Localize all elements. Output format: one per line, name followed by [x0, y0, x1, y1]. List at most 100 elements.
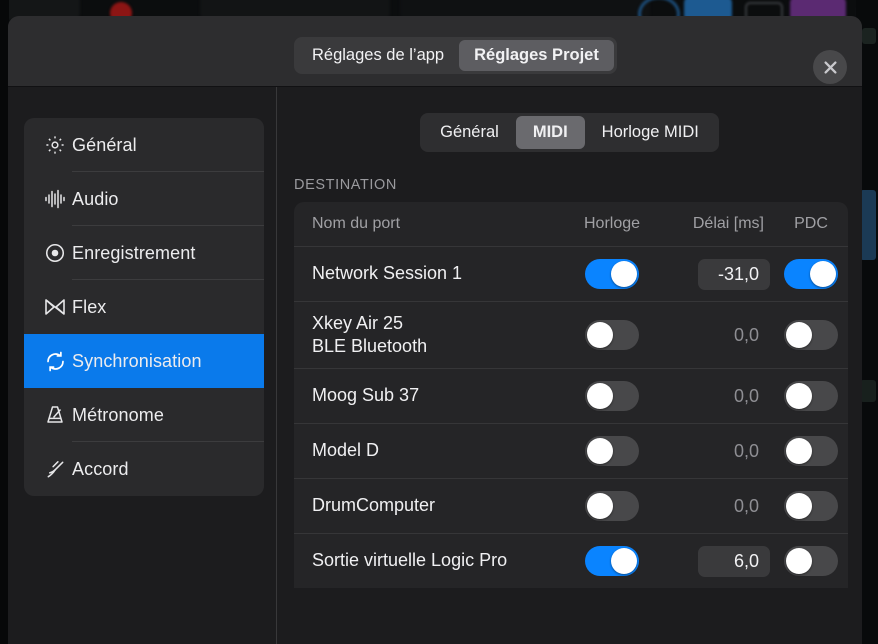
delay-cell: 6,0	[666, 546, 774, 577]
table-row: Xkey Air 25 BLE Bluetooth 0,0	[294, 301, 848, 368]
toggle-knob	[786, 493, 812, 519]
delay-input[interactable]: 0,0	[698, 491, 770, 522]
sidebar-item-tuning[interactable]: Accord	[24, 442, 264, 496]
delay-input[interactable]: 0,0	[698, 436, 770, 467]
tab-midi-clock[interactable]: Horloge MIDI	[585, 116, 716, 149]
sidebar-item-general[interactable]: Général	[24, 118, 264, 172]
gear-icon	[38, 134, 72, 156]
clock-cell	[558, 381, 666, 411]
sidebar-item-synchronisation[interactable]: Synchronisation	[24, 334, 264, 388]
toggle-knob	[611, 261, 637, 287]
sidebar-item-label: Général	[72, 135, 137, 156]
delay-cell: 0,0	[666, 436, 774, 467]
waveform-icon	[38, 188, 72, 210]
delay-input[interactable]: -31,0	[698, 259, 770, 290]
clock-toggle[interactable]	[585, 259, 639, 289]
tab-midi[interactable]: MIDI	[516, 116, 585, 149]
sync-segmented-control[interactable]: Général MIDI Horloge MIDI	[420, 113, 719, 152]
dialog-header: Réglages de l’app Réglages Projet	[8, 16, 862, 87]
sidebar-list: Général Audio	[24, 118, 264, 496]
toggle-knob	[786, 322, 812, 348]
column-header-pdc: PDC	[774, 215, 848, 233]
pdc-toggle[interactable]	[784, 320, 838, 350]
port-name: Model D	[312, 433, 558, 468]
bg-right-shape-1	[862, 28, 876, 44]
delay-input[interactable]: 0,0	[698, 320, 770, 351]
sidebar-item-recording[interactable]: Enregistrement	[24, 226, 264, 280]
main-panel: Général MIDI Horloge MIDI DESTINATION No…	[277, 87, 862, 644]
table-row: DrumComputer 0,0	[294, 478, 848, 533]
bg-right-shape-2	[860, 190, 876, 260]
screen: Réglages de l’app Réglages Projet	[0, 0, 878, 644]
sidebar-item-label: Enregistrement	[72, 243, 195, 264]
clock-cell	[558, 546, 666, 576]
pdc-cell	[774, 491, 848, 521]
clock-toggle[interactable]	[585, 491, 639, 521]
port-name: Network Session 1	[312, 256, 558, 291]
port-name: Xkey Air 25 BLE Bluetooth	[312, 306, 558, 364]
pdc-cell	[774, 259, 848, 289]
sidebar-divider	[72, 495, 264, 496]
toggle-knob	[810, 261, 836, 287]
toggle-knob	[587, 322, 613, 348]
bg-right-shape-3	[860, 380, 876, 402]
port-name-line1: Xkey Air 25	[312, 312, 552, 335]
port-name: Moog Sub 37	[312, 378, 558, 413]
tab-app-settings[interactable]: Réglages de l’app	[297, 40, 459, 71]
sidebar-item-flex[interactable]: Flex	[24, 280, 264, 334]
toggle-knob	[587, 383, 613, 409]
port-name: DrumComputer	[312, 488, 558, 523]
pdc-cell	[774, 381, 848, 411]
clock-toggle[interactable]	[585, 546, 639, 576]
sidebar-item-audio[interactable]: Audio	[24, 172, 264, 226]
sidebar-item-metronome[interactable]: Métronome	[24, 388, 264, 442]
delay-input[interactable]: 6,0	[698, 546, 770, 577]
delay-cell: 0,0	[666, 491, 774, 522]
clock-cell	[558, 436, 666, 466]
toggle-knob	[587, 493, 613, 519]
destination-table: Nom du port Horloge Délai [ms] PDC Netwo…	[294, 202, 848, 588]
pdc-toggle[interactable]	[784, 259, 838, 289]
record-icon	[38, 242, 72, 264]
clock-cell	[558, 320, 666, 350]
pdc-toggle[interactable]	[784, 436, 838, 466]
table-row: Moog Sub 37 0,0	[294, 368, 848, 423]
settings-dialog: Réglages de l’app Réglages Projet	[8, 16, 862, 644]
clock-cell	[558, 491, 666, 521]
pdc-toggle[interactable]	[784, 546, 838, 576]
close-icon	[823, 60, 838, 75]
delay-cell: 0,0	[666, 381, 774, 412]
pdc-cell	[774, 436, 848, 466]
tab-general[interactable]: Général	[423, 116, 516, 149]
dialog-body: Général Audio	[8, 87, 862, 644]
port-name-line2: BLE Bluetooth	[312, 335, 552, 358]
sidebar-item-label: Métronome	[72, 405, 164, 426]
settings-scope-segmented-control[interactable]: Réglages de l’app Réglages Projet	[294, 37, 617, 74]
flex-icon	[38, 297, 72, 317]
clock-toggle[interactable]	[585, 381, 639, 411]
delay-input[interactable]: 0,0	[698, 381, 770, 412]
metronome-icon	[38, 404, 72, 426]
sync-arrows-icon	[38, 350, 72, 373]
pdc-cell	[774, 320, 848, 350]
toggle-knob	[786, 438, 812, 464]
table-header-row: Nom du port Horloge Délai [ms] PDC	[294, 202, 848, 246]
close-button[interactable]	[813, 50, 847, 84]
pdc-toggle[interactable]	[784, 381, 838, 411]
toggle-knob	[786, 383, 812, 409]
clock-toggle[interactable]	[585, 320, 639, 350]
toggle-knob	[786, 548, 812, 574]
table-row: Sortie virtuelle Logic Pro 6,0	[294, 533, 848, 588]
clock-toggle[interactable]	[585, 436, 639, 466]
pdc-toggle[interactable]	[784, 491, 838, 521]
sidebar: Général Audio	[8, 87, 277, 644]
delay-cell: -31,0	[666, 259, 774, 290]
port-name: Sortie virtuelle Logic Pro	[312, 543, 558, 578]
sidebar-item-label: Audio	[72, 189, 119, 210]
tuning-fork-icon	[38, 458, 72, 481]
tab-project-settings[interactable]: Réglages Projet	[459, 40, 614, 71]
pdc-cell	[774, 546, 848, 576]
toggle-knob	[587, 438, 613, 464]
column-header-delay: Délai [ms]	[666, 215, 774, 233]
sidebar-item-label: Accord	[72, 459, 129, 480]
